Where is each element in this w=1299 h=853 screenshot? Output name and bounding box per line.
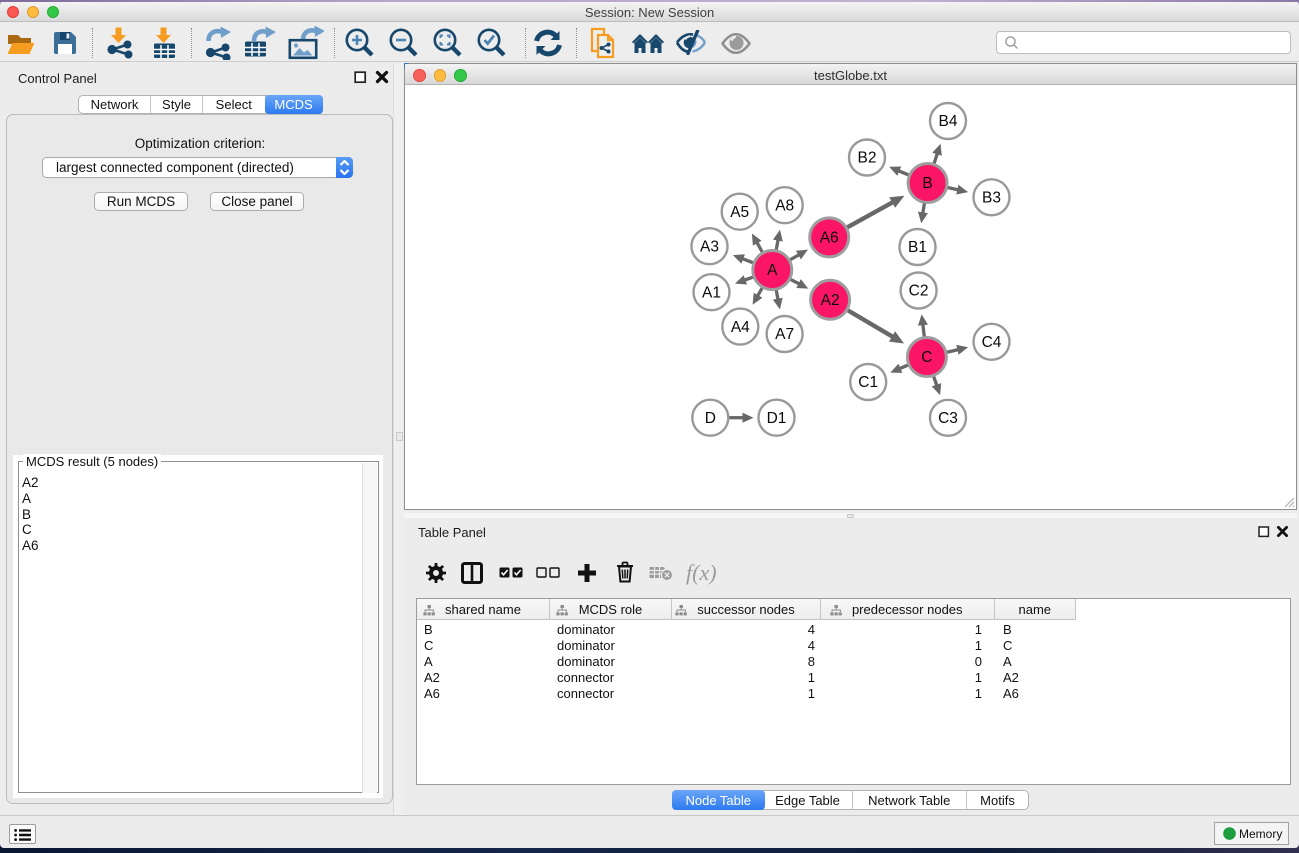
svg-text:A3: A3 (700, 238, 719, 255)
svg-text:A4: A4 (731, 319, 750, 336)
svg-text:C2: C2 (909, 283, 929, 300)
svg-text:A2: A2 (821, 292, 840, 309)
svg-text:B4: B4 (939, 113, 958, 130)
svg-text:A5: A5 (730, 204, 749, 221)
svg-text:D1: D1 (767, 410, 787, 427)
svg-text:D: D (705, 410, 716, 427)
svg-text:B2: B2 (858, 150, 877, 167)
svg-text:C3: C3 (938, 410, 958, 427)
svg-text:A6: A6 (820, 230, 839, 247)
svg-text:C4: C4 (982, 334, 1002, 351)
svg-text:B1: B1 (908, 239, 927, 256)
svg-text:C1: C1 (858, 374, 878, 391)
svg-text:B3: B3 (982, 190, 1001, 207)
svg-text:A1: A1 (702, 284, 721, 301)
svg-text:A: A (767, 262, 778, 279)
svg-text:A7: A7 (775, 326, 794, 343)
svg-text:B: B (922, 175, 932, 192)
svg-text:A8: A8 (775, 197, 794, 214)
svg-text:C: C (921, 349, 932, 366)
